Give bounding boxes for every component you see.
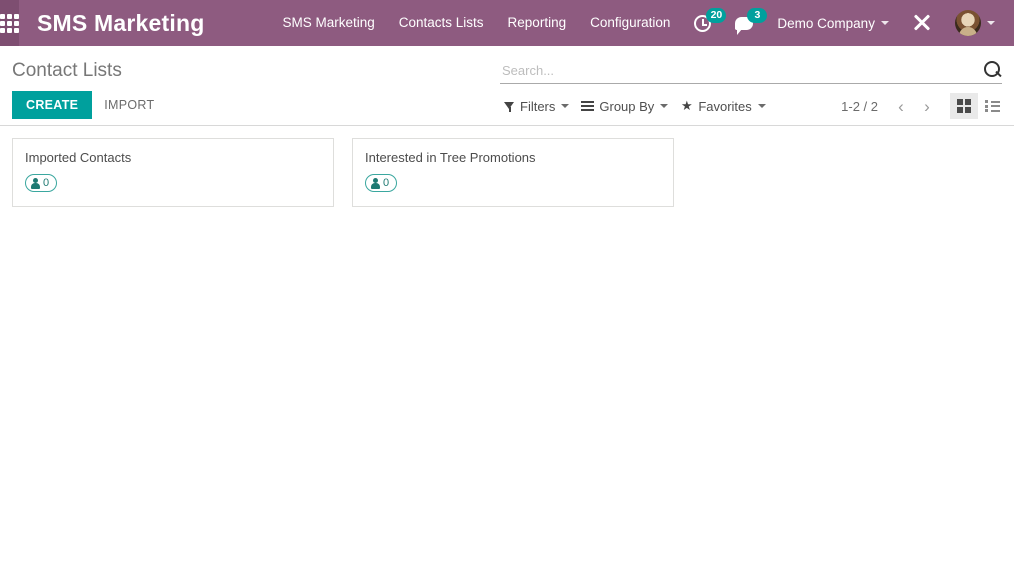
action-buttons: CREATE IMPORT xyxy=(12,91,500,119)
main-menu: SMS Marketing Contacts Lists Reporting C… xyxy=(270,0,682,46)
pager-next-button[interactable]: › xyxy=(914,93,940,119)
kanban-card[interactable]: Interested in Tree Promotions 0 xyxy=(352,138,674,207)
favorites-dropdown[interactable]: ★ Favorites xyxy=(676,96,773,117)
debug-tools-button[interactable] xyxy=(901,0,943,46)
app-brand-title[interactable]: SMS Marketing xyxy=(19,0,222,46)
control-panel-right: Filters Group By ★ Favorites 1-2 / 2 ‹ xyxy=(500,46,1014,119)
pager-previous-button[interactable]: ‹ xyxy=(888,93,914,119)
tools-icon xyxy=(913,14,931,32)
import-button[interactable]: IMPORT xyxy=(92,92,166,118)
menu-item-contacts-lists[interactable]: Contacts Lists xyxy=(387,0,496,46)
kanban-cards-container: Imported Contacts 0 Interested in Tree P… xyxy=(12,138,1002,207)
list-view-button[interactable] xyxy=(978,93,1006,119)
funnel-icon xyxy=(504,101,515,112)
contacts-count: 0 xyxy=(43,177,50,189)
favorites-label: Favorites xyxy=(698,98,752,114)
person-icon xyxy=(31,177,40,189)
pager-range: 1-2 / 2 xyxy=(841,98,878,114)
activities-menu-button[interactable]: 20 xyxy=(682,0,727,46)
messages-count-badge: 3 xyxy=(747,8,768,23)
apps-grid-icon xyxy=(0,13,19,33)
kanban-view-button[interactable] xyxy=(950,93,978,119)
company-switcher[interactable]: Demo Company xyxy=(765,0,901,46)
systray: 20 3 Demo Company xyxy=(682,0,1014,46)
star-icon: ★ xyxy=(680,98,693,113)
person-icon xyxy=(371,177,380,189)
search-input[interactable] xyxy=(500,62,980,78)
control-panel: Contact Lists CREATE IMPORT Filters xyxy=(0,46,1014,126)
lines-icon xyxy=(581,101,595,112)
kanban-view-icon xyxy=(957,99,971,113)
chevron-down-icon xyxy=(757,104,766,108)
status-badge[interactable]: 0 xyxy=(25,174,58,192)
chevron-down-icon xyxy=(561,104,570,108)
top-navbar: SMS Marketing SMS Marketing Contacts Lis… xyxy=(0,0,1014,46)
search-bar[interactable] xyxy=(500,57,1002,84)
menu-item-configuration[interactable]: Configuration xyxy=(578,0,682,46)
control-panel-left: Contact Lists CREATE IMPORT xyxy=(0,46,500,119)
chevron-down-icon xyxy=(986,21,995,25)
company-name-label: Demo Company xyxy=(777,15,875,31)
apps-menu-button[interactable] xyxy=(0,0,19,46)
avatar xyxy=(954,10,981,36)
breadcrumb: Contact Lists xyxy=(12,60,122,81)
view-switcher xyxy=(950,93,1006,119)
search-options: Filters Group By ★ Favorites 1-2 / 2 ‹ › xyxy=(500,93,1006,119)
search-icon[interactable] xyxy=(984,61,1002,79)
contacts-count: 0 xyxy=(383,177,390,189)
list-view-icon xyxy=(984,100,1000,112)
kanban-card-title: Imported Contacts xyxy=(25,150,132,165)
filters-label: Filters xyxy=(520,98,556,114)
create-button[interactable]: CREATE xyxy=(12,91,93,119)
user-menu-button[interactable] xyxy=(943,0,1007,46)
status-badge[interactable]: 0 xyxy=(365,174,398,192)
kanban-card[interactable]: Imported Contacts 0 xyxy=(12,138,334,207)
kanban-content: Imported Contacts 0 Interested in Tree P… xyxy=(0,126,1014,561)
filters-dropdown[interactable]: Filters xyxy=(500,96,577,117)
group-by-dropdown[interactable]: Group By xyxy=(577,96,676,117)
group-by-label: Group By xyxy=(599,98,655,114)
chevron-down-icon xyxy=(880,21,889,25)
menu-item-sms-marketing[interactable]: SMS Marketing xyxy=(270,0,386,46)
messages-menu-button[interactable]: 3 xyxy=(723,0,768,46)
menu-item-reporting[interactable]: Reporting xyxy=(496,0,579,46)
pager: 1-2 / 2 ‹ › xyxy=(831,93,1006,119)
kanban-card-title: Interested in Tree Promotions xyxy=(365,150,536,165)
chevron-down-icon xyxy=(660,104,669,108)
